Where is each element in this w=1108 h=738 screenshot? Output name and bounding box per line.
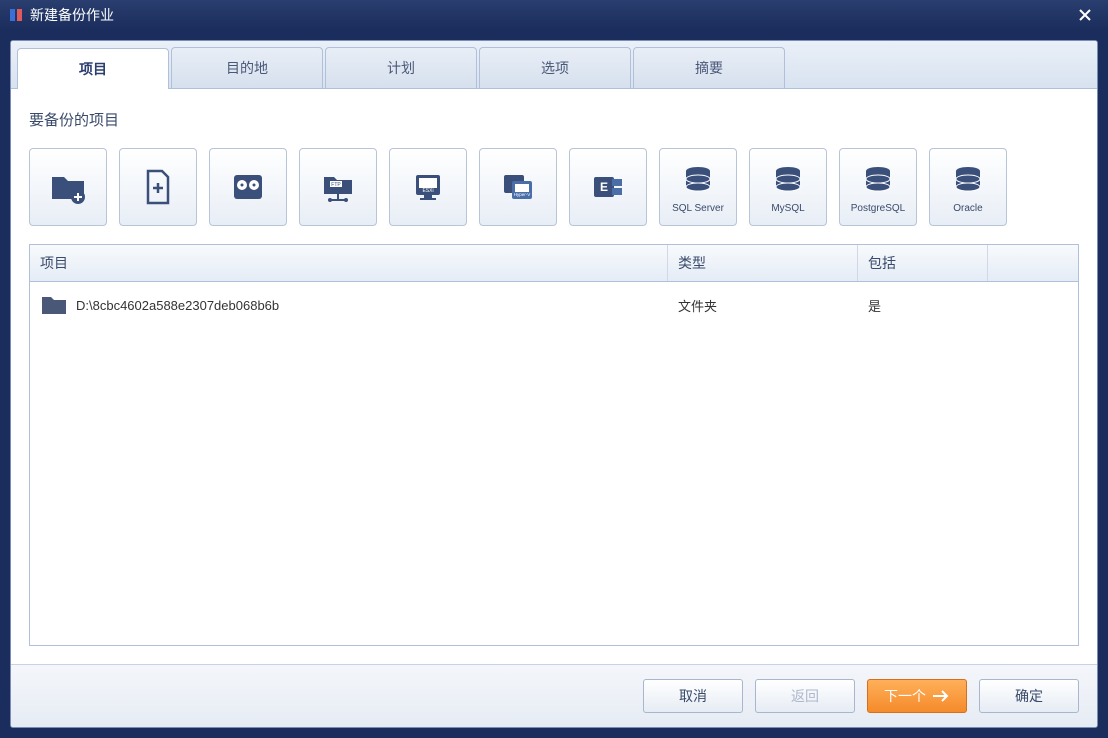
add-folder-button[interactable] [29,148,107,226]
svg-text:E: E [600,180,608,194]
tool-label: PostgreSQL [851,203,905,214]
tool-label: SQL Server [672,203,724,214]
tool-label: Oracle [953,203,982,214]
database-icon [858,161,898,201]
tab-schedule[interactable]: 计划 [325,47,477,88]
cell-include: 是 [858,290,988,321]
add-hyperv-button[interactable]: Hyper-V [479,148,557,226]
back-button[interactable]: 返回 [755,679,855,713]
col-item-header[interactable]: 项目 [30,245,668,281]
button-label: 下一个 [884,686,926,706]
add-oracle-button[interactable]: Oracle [929,148,1007,226]
ok-button[interactable]: 确定 [979,679,1079,713]
add-exchange-button[interactable]: E [569,148,647,226]
hyperv-icon: Hyper-V [498,167,538,207]
col-spacer [988,245,1078,281]
tab-strip: 项目 目的地 计划 选项 摘要 [11,41,1097,89]
tab-label: 选项 [541,60,569,76]
folder-plus-icon [48,167,88,207]
add-esxi-button[interactable]: ESXi [389,148,467,226]
disk-icon [228,167,268,207]
tab-summary[interactable]: 摘要 [633,47,785,88]
tool-label: MySQL [771,203,804,214]
cell-item: D:\8cbc4602a588e2307deb068b6b [30,288,668,322]
button-label: 确定 [1015,686,1043,706]
database-icon [678,161,718,201]
database-icon [948,161,988,201]
items-table: 项目 类型 包括 D:\8cbc4602a588e2307deb068b6b 文… [29,244,1079,646]
button-label: 返回 [791,686,819,706]
footer-bar: 取消 返回 下一个 确定 [11,664,1097,727]
add-postgresql-button[interactable]: PostgreSQL [839,148,917,226]
ftp-icon: FTP [318,167,358,207]
inner-panel: 项目 目的地 计划 选项 摘要 要备份的项目 [10,40,1098,728]
tab-label: 目的地 [226,60,268,76]
folder-icon [40,294,68,316]
database-icon [768,161,808,201]
svg-text:FTP: FTP [331,182,341,188]
svg-text:Hyper-V: Hyper-V [514,192,531,197]
table-body: D:\8cbc4602a588e2307deb068b6b 文件夹 是 [30,282,1078,645]
app-icon [8,7,24,23]
cancel-button[interactable]: 取消 [643,679,743,713]
dialog-window: 新建备份作业 项目 目的地 计划 选项 摘要 要备份的项目 [0,0,1108,738]
table-row[interactable]: D:\8cbc4602a588e2307deb068b6b 文件夹 是 [30,282,1078,328]
close-button[interactable] [1070,3,1100,27]
add-ftp-button[interactable]: FTP [299,148,377,226]
table-header: 项目 类型 包括 [30,245,1078,282]
arrow-right-icon [932,689,950,703]
tab-body: 要备份的项目 FTP ESXi [11,89,1097,664]
titlebar: 新建备份作业 [0,0,1108,30]
add-mysql-button[interactable]: MySQL [749,148,827,226]
item-path: D:\8cbc4602a588e2307deb068b6b [76,298,279,313]
section-heading: 要备份的项目 [29,109,1079,130]
esxi-icon: ESXi [408,167,448,207]
col-include-header[interactable]: 包括 [858,245,988,281]
cell-type: 文件夹 [668,290,858,321]
tab-label: 计划 [387,60,415,76]
exchange-icon: E [588,167,628,207]
next-button[interactable]: 下一个 [867,679,967,713]
tab-options[interactable]: 选项 [479,47,631,88]
tab-label: 摘要 [695,60,723,76]
file-plus-icon [138,167,178,207]
col-type-header[interactable]: 类型 [668,245,858,281]
add-sqlserver-button[interactable]: SQL Server [659,148,737,226]
svg-text:ESXi: ESXi [422,188,433,194]
cell-spacer [988,299,1078,311]
tab-items[interactable]: 项目 [17,48,169,89]
tab-label: 项目 [79,61,107,77]
tab-destination[interactable]: 目的地 [171,47,323,88]
button-label: 取消 [679,686,707,706]
add-file-button[interactable] [119,148,197,226]
add-disk-button[interactable] [209,148,287,226]
source-toolbar: FTP ESXi Hyper-V E SQL Server [29,148,1079,226]
content-area: 项目 目的地 计划 选项 摘要 要备份的项目 [0,30,1108,738]
window-title: 新建备份作业 [30,5,1070,25]
